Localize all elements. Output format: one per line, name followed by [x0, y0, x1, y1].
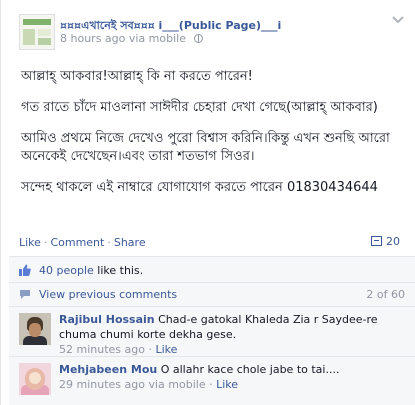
- commenter-avatar[interactable]: [19, 313, 51, 345]
- comment-author[interactable]: Mehjabeen Mou: [59, 363, 157, 376]
- post-meta: 8 hours ago via mobile: [60, 32, 203, 45]
- page-avatar[interactable]: [19, 14, 55, 50]
- comment-like-link[interactable]: Like: [216, 378, 238, 391]
- post-time[interactable]: 8 hours ago: [60, 32, 125, 45]
- post-header: ¤¤¤এখানেই সব¤¤¤ i___(Public Page)___i 8 …: [1, 0, 415, 50]
- view-previous-row: View previous comments 2 of 60: [9, 283, 415, 307]
- likers-link[interactable]: 40 people: [39, 264, 94, 277]
- likes-row: 40 people like this.: [9, 257, 415, 283]
- post-action-bar: Like · Comment · Share 20: [19, 235, 400, 249]
- comment-via: via mobile: [148, 378, 206, 391]
- post-paragraph: আল্লাহ্‌ আকবার!আল্লাহ্‌ কি না করতে পারেন…: [21, 69, 253, 84]
- thumbs-up-icon: [19, 264, 31, 276]
- post-paragraph: সন্দেহ থাকলে এই নাম্বারে যোগাযোগ করতে পা…: [21, 180, 378, 195]
- comment-like-link[interactable]: Like: [155, 343, 177, 356]
- post-paragraph: গত রাতে চাঁদে মাওলানা সাঈদীর চেহারা দেখা…: [21, 100, 378, 115]
- comment-time[interactable]: 29 minutes ago: [59, 378, 145, 391]
- likes-suffix: like this.: [97, 264, 144, 277]
- post-body: আল্লাহ্‌ আকবার!আল্লাহ্‌ কি না করতে পারেন…: [21, 68, 411, 210]
- post-paragraph: আমিও প্রথমে নিজে দেখেও পুরো বিশ্বাস করিন…: [21, 131, 390, 164]
- comment-bubble-icon: [20, 290, 30, 299]
- commenter-avatar[interactable]: [19, 363, 51, 395]
- share-count-value: 20: [386, 235, 400, 248]
- share-icon: [371, 236, 382, 246]
- comment-author[interactable]: Rajibul Hossain: [59, 313, 155, 326]
- view-previous-comments-link[interactable]: View previous comments: [39, 288, 177, 301]
- share-count[interactable]: 20: [371, 235, 400, 248]
- like-link[interactable]: Like: [19, 236, 41, 249]
- comment-count: 2 of 60: [366, 288, 405, 301]
- comment-time[interactable]: 52 minutes ago: [59, 343, 145, 356]
- post-via: via mobile: [128, 32, 186, 45]
- chevron-down-icon[interactable]: [392, 15, 404, 25]
- comment-item: Mehjabeen Mou O allahr kace chole jabe t…: [9, 357, 415, 405]
- globe-icon: [193, 34, 203, 43]
- comment-text: O allahr kace chole jabe to tai....: [160, 363, 340, 376]
- comment-link[interactable]: Comment: [50, 236, 104, 249]
- post-card: ¤¤¤এখানেই সব¤¤¤ i___(Public Page)___i 8 …: [0, 0, 415, 405]
- feedback-box: 40 people like this. View previous comme…: [9, 256, 415, 405]
- comment-item: Rajibul Hossain Chad-e gatokal Khaleda Z…: [9, 307, 415, 357]
- share-link[interactable]: Share: [114, 236, 146, 249]
